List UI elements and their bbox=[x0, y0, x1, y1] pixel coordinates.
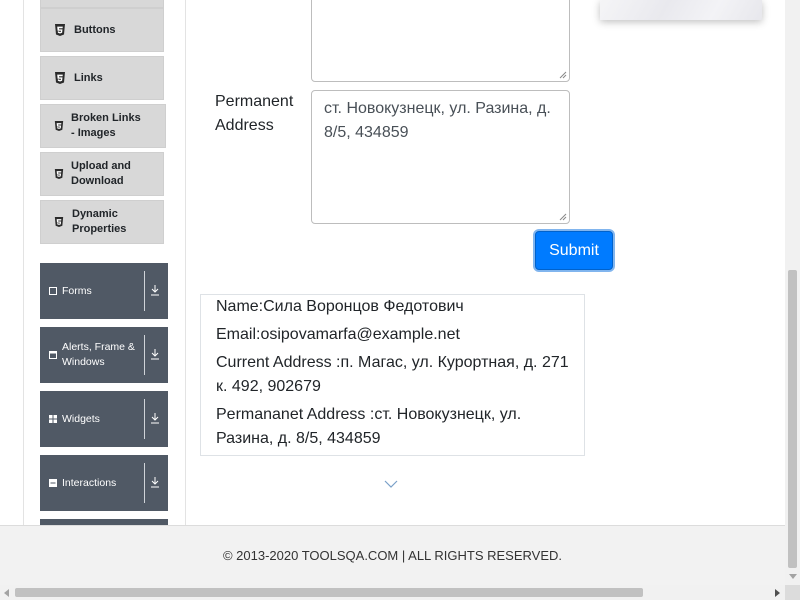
html5-icon bbox=[55, 24, 65, 36]
output-panel: Name:Сила Воронцов Федотович Email:osipo… bbox=[200, 294, 585, 456]
sidebar-item-dynamic-properties[interactable]: Dynamic Properties bbox=[40, 200, 164, 244]
permanent-address-value: ст. Новокузнецк, ул. Разина, д. 8/5, 434… bbox=[324, 100, 551, 141]
resize-grip-icon[interactable] bbox=[559, 71, 567, 79]
vertical-scrollbar[interactable] bbox=[785, 0, 800, 585]
output-current-address: Current Address :п. Магас, ул. Курортная… bbox=[216, 354, 569, 395]
sidebar-item-label: Links bbox=[74, 71, 103, 84]
divider bbox=[144, 271, 145, 311]
scroll-right-arrow-icon[interactable] bbox=[775, 589, 780, 597]
sidebar-item-label: Upload and Download bbox=[71, 160, 131, 187]
sidebar-item-previous[interactable] bbox=[40, 0, 164, 8]
download-icon[interactable] bbox=[150, 284, 160, 296]
sidebar-group-alerts[interactable]: Alerts, Frame & Windows bbox=[40, 327, 168, 383]
scroll-down-arrow-icon[interactable] bbox=[789, 574, 797, 579]
sidebar-item-upload-download[interactable]: Upload and Download bbox=[40, 152, 164, 196]
sidebar-item-broken-links[interactable]: Broken Links - Images bbox=[40, 104, 166, 148]
sidebar-item-links[interactable]: Links bbox=[40, 56, 164, 100]
output-permanent-address: Permananet Address :ст. Новокузнецк, ул.… bbox=[216, 406, 522, 447]
footer-copyright: © 2013-2020 TOOLSQA.COM | ALL RIGHTS RES… bbox=[222, 548, 563, 563]
grid-icon bbox=[49, 415, 57, 423]
download-icon[interactable] bbox=[150, 348, 160, 360]
submit-button[interactable]: Submit bbox=[535, 231, 613, 270]
horizontal-scrollbar-thumb[interactable] bbox=[15, 588, 643, 597]
sidebar-group-forms[interactable]: Forms bbox=[40, 263, 168, 319]
output-email: Email:osipovamarfa@example.net bbox=[216, 326, 460, 343]
sidebar-item-label: Dynamic Properties bbox=[72, 208, 127, 235]
html5-icon bbox=[55, 72, 65, 84]
html5-icon bbox=[54, 121, 64, 131]
resize-grip-icon[interactable] bbox=[559, 213, 567, 221]
scrollbar-corner bbox=[785, 585, 800, 600]
sidebar-item-label: Broken Links - Images bbox=[71, 112, 141, 139]
window-icon bbox=[49, 351, 57, 359]
html5-icon bbox=[54, 217, 64, 227]
sidebar-group-label: Alerts, Frame & Windows bbox=[62, 341, 135, 368]
form-icon bbox=[49, 287, 57, 295]
download-icon[interactable] bbox=[150, 476, 160, 488]
divider bbox=[144, 463, 145, 503]
download-icon[interactable] bbox=[150, 412, 160, 424]
sidebar-item-label: Buttons bbox=[74, 23, 116, 36]
permanent-address-label: Permanent Address bbox=[215, 93, 294, 134]
divider bbox=[144, 399, 145, 439]
vertical-scrollbar-thumb[interactable] bbox=[788, 270, 797, 568]
sidebar-item-buttons[interactable]: Buttons bbox=[40, 8, 164, 52]
sidebar-group-interactions[interactable]: Interactions bbox=[40, 455, 168, 511]
scroll-left-arrow-icon[interactable] bbox=[4, 589, 9, 597]
list-icon bbox=[49, 479, 57, 487]
permanent-address-input[interactable]: ст. Новокузнецк, ул. Разина, д. 8/5, 434… bbox=[311, 90, 570, 224]
divider bbox=[144, 335, 145, 375]
horizontal-scrollbar[interactable] bbox=[0, 585, 785, 600]
footer: © 2013-2020 TOOLSQA.COM | ALL RIGHTS RES… bbox=[0, 525, 785, 585]
output-name: Name:Сила Воронцов Федотович bbox=[216, 298, 464, 315]
chevron-down-icon[interactable] bbox=[384, 480, 398, 489]
advertisement-banner[interactable] bbox=[600, 0, 762, 20]
sidebar-group-widgets[interactable]: Widgets bbox=[40, 391, 168, 447]
current-address-input[interactable] bbox=[311, 0, 570, 82]
html5-icon bbox=[54, 169, 64, 179]
